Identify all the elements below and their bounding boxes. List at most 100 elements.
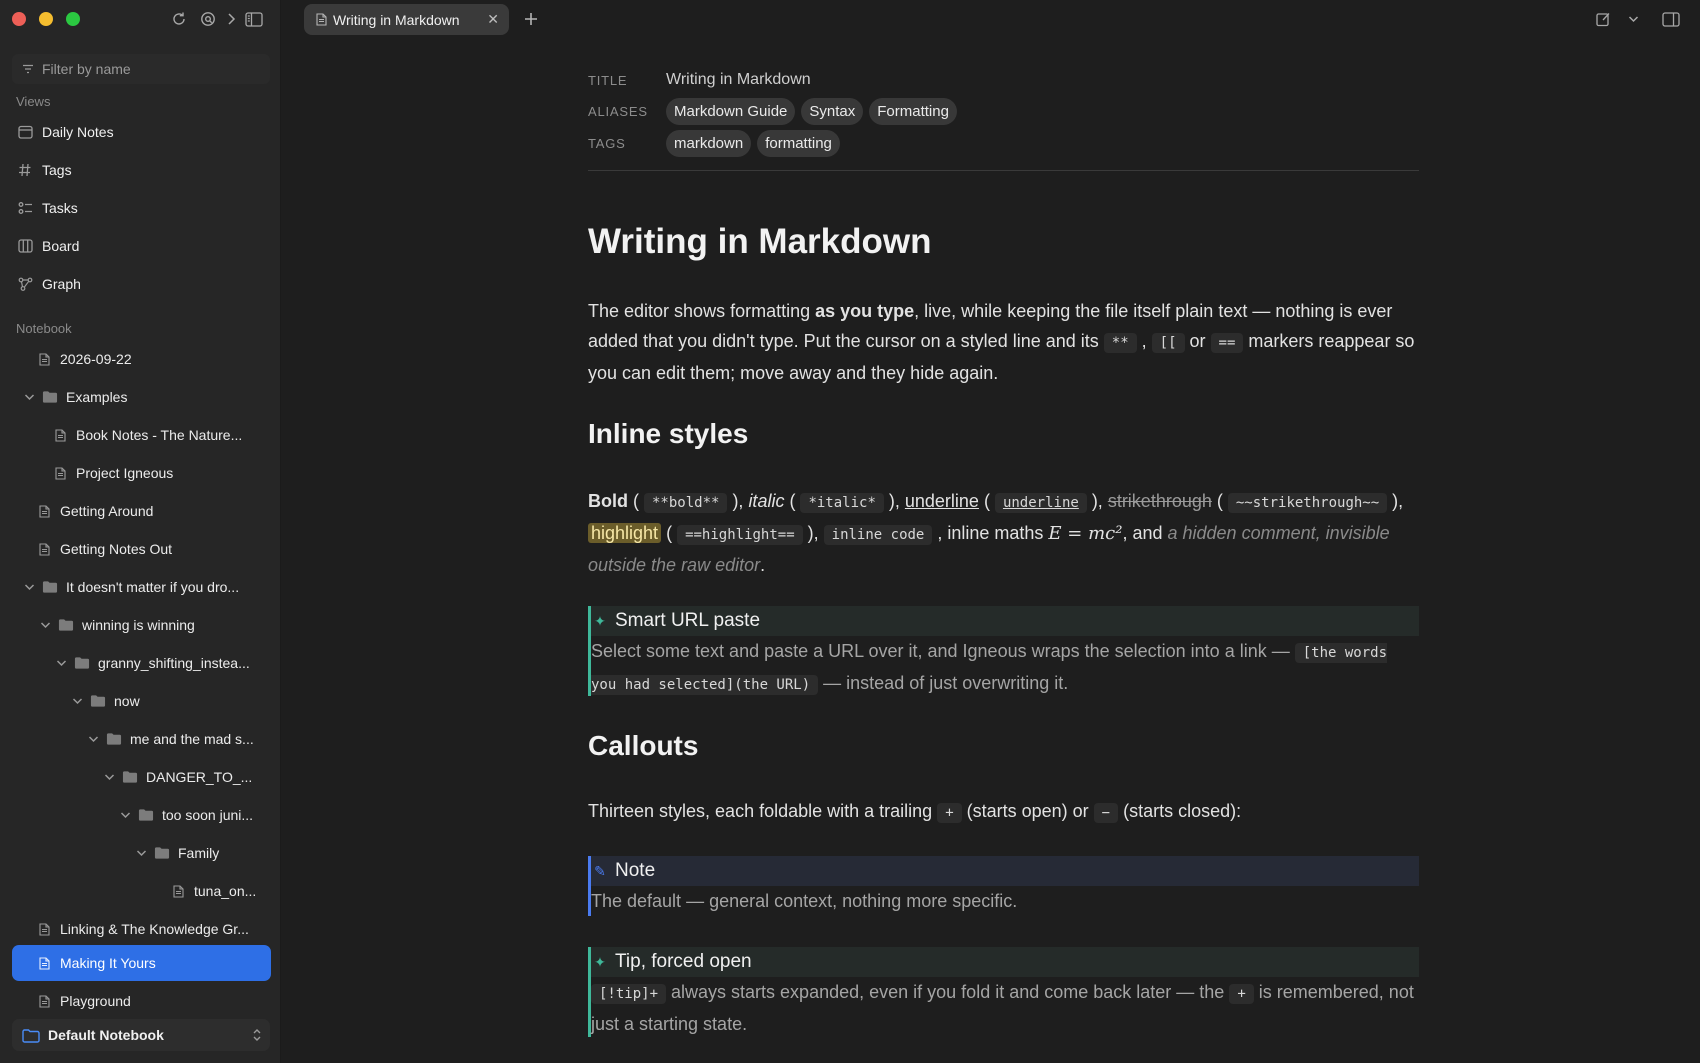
tree-folder[interactable]: me and the mad s... [86,724,254,754]
alias-pill[interactable]: Markdown Guide [666,97,796,125]
property-key: TITLE [588,72,628,88]
tree-item-label: winning is winning [82,617,195,633]
chevron-down-icon[interactable] [1622,8,1644,30]
folder-icon [138,807,154,823]
notebook-icon [22,1028,40,1043]
view-board[interactable]: Board [16,232,79,260]
tree-file[interactable]: Making It Yours [12,945,271,981]
text: always starts expanded, even if you fold… [666,982,1230,1002]
tasks-icon [16,199,34,217]
text: or [1184,331,1211,351]
view-label: Tags [42,162,72,178]
tree-folder[interactable]: winning is winning [38,610,195,640]
filter-field[interactable] [12,54,270,84]
chevron-right-icon[interactable] [220,8,242,30]
highlight-text: highlight [588,523,662,543]
text: ( [1211,491,1228,511]
folder-icon [74,655,90,671]
tree-file[interactable]: Playground [36,986,131,1016]
tree-file[interactable]: Project Igneous [52,458,173,488]
tab-writing-in-markdown[interactable]: Writing in Markdown ✕ [304,4,509,35]
tag-pill[interactable]: markdown [666,129,752,157]
tree-item-label: Getting Notes Out [60,541,173,557]
folder-icon [42,389,58,405]
tree-folder[interactable]: It doesn't matter if you dro... [22,572,239,602]
document-icon [36,921,52,937]
tree-folder[interactable]: DANGER_TO_... [102,762,252,792]
inline-code: − [1093,803,1119,823]
chevron-down-icon[interactable] [134,846,148,860]
callout-tip[interactable]: ✦ Tip, forced open [!tip]+ always starts… [588,947,1419,1037]
property-title: TITLE Writing in Markdown [588,66,811,94]
tree-folder[interactable]: Examples [22,382,127,412]
document-title: Writing in Markdown [588,222,932,261]
tree-file[interactable]: Getting Notes Out [36,534,172,564]
callout-title: Tip, forced open [615,951,752,972]
view-graph[interactable]: Graph [16,270,81,298]
callout-header[interactable]: ✦ Smart URL paste [588,606,1419,636]
tab-close-icon[interactable]: ✕ [487,11,499,28]
chevron-down-icon[interactable] [118,808,132,822]
tree-folder[interactable]: Family [134,838,219,868]
text: (starts closed): [1118,801,1242,821]
chevron-down-icon[interactable] [70,694,84,708]
view-label: Daily Notes [42,124,114,140]
tag-pill[interactable]: formatting [757,129,840,157]
inline-code: + [937,803,962,823]
property-value[interactable]: Writing in Markdown [666,71,811,89]
updown-chevron-icon [252,1027,262,1046]
chevron-down-icon[interactable] [22,580,36,594]
close-window-button[interactable] [12,12,26,26]
minimize-window-button[interactable] [39,12,53,26]
document-icon [36,351,52,367]
tree-folder[interactable]: granny_shifting_instea... [54,648,250,678]
compose-icon[interactable] [1592,8,1614,30]
callouts-intro-paragraph: Thirteen styles, each foldable with a tr… [588,796,1419,828]
sidebar-toggle-icon[interactable] [243,8,265,30]
view-tasks[interactable]: Tasks [16,194,78,222]
alias-pill[interactable]: Formatting [869,97,957,125]
text: ( [661,523,678,543]
text: ( [628,491,644,511]
callout-header[interactable]: ✎ Note [588,856,1419,886]
notebook-switcher[interactable]: Default Notebook [12,1019,270,1051]
pencil-icon: ✎ [594,862,606,879]
tree-file[interactable]: Linking & The Knowledge Gr... [36,914,249,944]
callout-header[interactable]: ✦ Tip, forced open [588,947,1419,977]
heading-callouts: Callouts [588,730,699,761]
callout-note[interactable]: ✎ Note The default — general context, no… [588,856,1419,916]
view-daily-notes[interactable]: Daily Notes [16,118,114,146]
tree-file[interactable]: 2026-09-22 [36,344,132,374]
right-panel-toggle-icon[interactable] [1660,8,1682,30]
tree-folder[interactable]: too soon juni... [118,800,253,830]
refresh-icon[interactable] [168,8,190,30]
tree-file[interactable]: Book Notes - The Nature... [52,420,242,450]
view-tags[interactable]: Tags [16,156,72,184]
tab-title: Writing in Markdown [333,11,460,28]
chevron-down-icon[interactable] [22,390,36,404]
callout-smart-url[interactable]: ✦ Smart URL paste Select some text and p… [588,606,1419,696]
tree-item-label: Making It Yours [60,955,156,971]
tree-file[interactable]: tuna_on... [170,876,256,906]
chevron-down-icon[interactable] [102,770,116,784]
tree-file[interactable]: Getting Around [36,496,153,526]
tree-folder[interactable]: now [70,686,140,716]
maximize-window-button[interactable] [66,12,80,26]
search-icon[interactable] [197,8,219,30]
tree-item-label: Examples [66,389,128,405]
text: Thirteen styles, each foldable with a tr… [588,801,938,821]
new-tab-button[interactable] [520,8,542,30]
callout-body: Select some text and paste a URL over it… [591,636,1416,700]
chevron-down-icon[interactable] [38,618,52,632]
folder-icon [106,731,122,747]
chevron-down-icon[interactable] [86,732,100,746]
chevron-down-icon[interactable] [54,656,68,670]
underline-text: underline [904,491,979,511]
filter-input[interactable] [42,61,252,77]
tree-item-label: It doesn't matter if you dro... [66,579,240,595]
tree-item-label: Linking & The Knowledge Gr... [60,921,249,937]
tree-item-label: Project Igneous [76,465,174,481]
alias-pill[interactable]: Syntax [801,97,864,125]
property-aliases: ALIASES Markdown Guide Syntax Formatting [588,97,963,125]
inline-code: *italic* [800,493,884,513]
